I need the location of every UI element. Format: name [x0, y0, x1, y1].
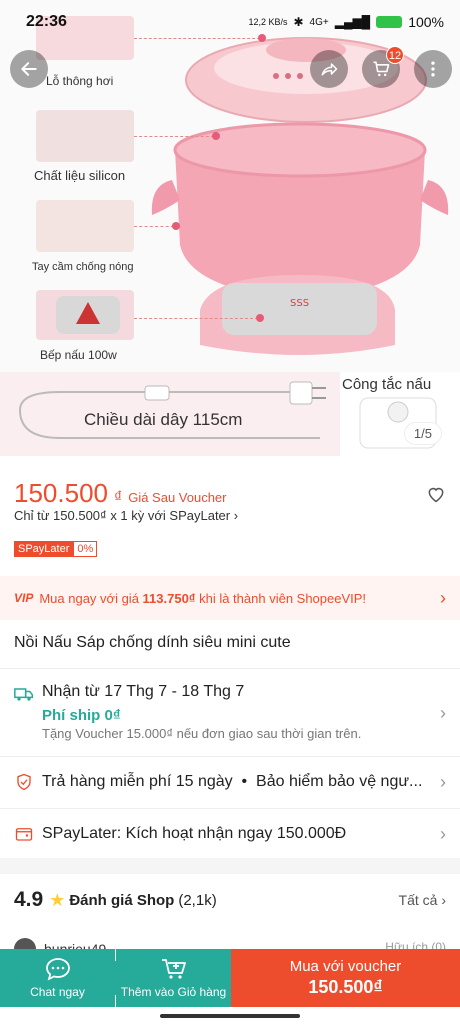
- buy-price: 150.500₫: [308, 977, 383, 997]
- svg-text:SSS: SSS: [290, 298, 309, 309]
- price-row: 150.500 ₫ Giá Sau Voucher: [14, 478, 227, 509]
- product-gallery[interactable]: 22:36 12,2 KB/s ✱ 4G+ ▂▄▆█ 100% SSS Lỗ t…: [0, 0, 460, 456]
- battery-percent: 100%: [408, 14, 444, 30]
- spaylater-row[interactable]: SPayLater: Kích hoạt nhận ngay 150.000Đ …: [0, 810, 460, 858]
- product-page: 22:36 12,2 KB/s ✱ 4G+ ▂▄▆█ 100% SSS Lỗ t…: [0, 0, 460, 1024]
- wallet-icon: [14, 824, 34, 844]
- add-cart-icon: [161, 959, 186, 979]
- spaylater-badge: SPayLater 0%: [14, 541, 98, 557]
- feature-line-2: [134, 136, 214, 137]
- section-gap: [0, 858, 460, 874]
- chat-icon: [45, 958, 70, 981]
- feature-label-heater: Bếp nấu 100w: [40, 348, 117, 362]
- rating-label: Đánh giá Shop: [69, 891, 175, 909]
- feature-label-handle: Tay cầm chống nóng: [32, 261, 134, 273]
- shipping-eta: Nhận từ 17 Thg 7 - 18 Thg 7: [42, 683, 245, 700]
- feature-label-silicon: Chất liệu silicon: [34, 168, 126, 183]
- arrow-left-icon: [21, 62, 37, 76]
- divider: [0, 756, 460, 757]
- vip-text-post: khi là thành viên ShopeeVIP!: [195, 590, 367, 606]
- back-button[interactable]: [10, 50, 48, 88]
- shipping-voucher: Tặng Voucher 15.000₫ nếu đơn giao sau th…: [42, 726, 362, 741]
- shop-rating: 4.9 ★ Đánh giá Shop (2,1k): [14, 888, 217, 912]
- chat-label: Chat ngay: [30, 985, 85, 999]
- gallery-pager: 1/5: [403, 422, 442, 445]
- share-icon: [321, 63, 338, 76]
- vip-price: 113.750₫: [142, 590, 196, 606]
- feature-dot-2: [212, 132, 220, 140]
- returns-text: Trả hàng miễn phí 15 ngày • Bảo hiểm bảo…: [42, 773, 423, 790]
- product-title: Nồi Nấu Sáp chống dính siêu mini cute: [14, 634, 291, 651]
- vip-icon: VIP: [14, 591, 34, 605]
- chevron-right-icon: ›: [440, 702, 446, 723]
- rating-count: (2,1k): [178, 891, 217, 909]
- shipping-fee: Phí ship 0₫: [42, 707, 121, 724]
- switch-label: Công tắc nấu: [342, 376, 432, 393]
- status-right: 12,2 KB/s ✱ 4G+ ▂▄▆█ 100%: [248, 14, 444, 30]
- cart-icon: [373, 61, 390, 77]
- vip-banner[interactable]: VIP Mua ngay với giá 113.750₫ khi là thà…: [0, 576, 460, 620]
- more-button[interactable]: [414, 50, 452, 88]
- home-indicator: [160, 1014, 300, 1018]
- bluetooth-icon: ✱: [293, 15, 304, 29]
- returns-row[interactable]: Trả hàng miễn phí 15 ngày • Bảo hiểm bảo…: [0, 758, 460, 806]
- feature-line-4: [134, 318, 258, 319]
- favorite-button[interactable]: [426, 484, 446, 509]
- status-bar: 22:36 12,2 KB/s ✱ 4G+ ▂▄▆█ 100%: [0, 0, 460, 44]
- chevron-right-icon: ›: [440, 823, 446, 844]
- price-value: 150.500: [14, 478, 108, 508]
- price-currency: ₫: [113, 489, 123, 506]
- see-all-ratings-link[interactable]: Tất cả ›: [399, 892, 446, 908]
- price-voucher-tag: Giá Sau Voucher: [128, 490, 227, 505]
- shield-icon: [14, 772, 34, 792]
- battery-icon: [376, 16, 403, 28]
- truck-icon: [14, 684, 34, 704]
- installment-link[interactable]: Chỉ từ 150.500₫ x 1 kỳ với SPayLater ›: [14, 508, 238, 523]
- spaylater-badge-rate: 0%: [73, 541, 98, 557]
- cart-button[interactable]: 12: [362, 46, 404, 88]
- status-time: 22:36: [26, 13, 67, 30]
- buy-label: Mua với voucher: [289, 958, 402, 975]
- add-to-cart-button[interactable]: Thêm vào Giỏ hàng: [116, 949, 231, 1007]
- more-vertical-icon: [431, 61, 435, 77]
- network-label: 4G+: [309, 16, 329, 28]
- add-to-cart-label: Thêm vào Giỏ hàng: [120, 985, 227, 999]
- feature-line-3: [134, 226, 174, 227]
- spaylater-badge-name: SPayLater: [14, 541, 74, 557]
- rating-score: 4.9: [14, 888, 44, 911]
- chat-button[interactable]: Chat ngay: [0, 949, 115, 1007]
- net-speed: 12,2 KB/s: [248, 17, 288, 27]
- buy-with-voucher-button[interactable]: Mua với voucher 150.500₫: [231, 949, 460, 1007]
- spaylater-text: SPayLater: Kích hoạt nhận ngay 150.000Đ: [42, 825, 347, 842]
- see-all-label: Tất cả: [398, 892, 438, 908]
- chevron-right-icon: ›: [440, 771, 446, 792]
- cord-length-label: Chiều dài dây 115cm: [84, 410, 243, 429]
- divider: [0, 668, 460, 669]
- feature-dot-3: [172, 222, 180, 230]
- cart-badge: 12: [386, 46, 404, 64]
- share-button[interactable]: [310, 50, 348, 88]
- vip-text-pre: Mua ngay với giá: [39, 590, 143, 606]
- bottom-action-bar: Chat ngay Thêm vào Giỏ hàng Mua với vouc…: [0, 949, 460, 1007]
- star-icon: ★: [49, 889, 66, 910]
- signal-icon: ▂▄▆█: [334, 15, 371, 29]
- feature-dot-4: [256, 314, 264, 322]
- heart-icon: [428, 487, 444, 503]
- divider: [0, 808, 460, 809]
- feature-label-vent: Lỗ thông hơi: [46, 74, 114, 88]
- chevron-right-icon: ›: [440, 587, 446, 608]
